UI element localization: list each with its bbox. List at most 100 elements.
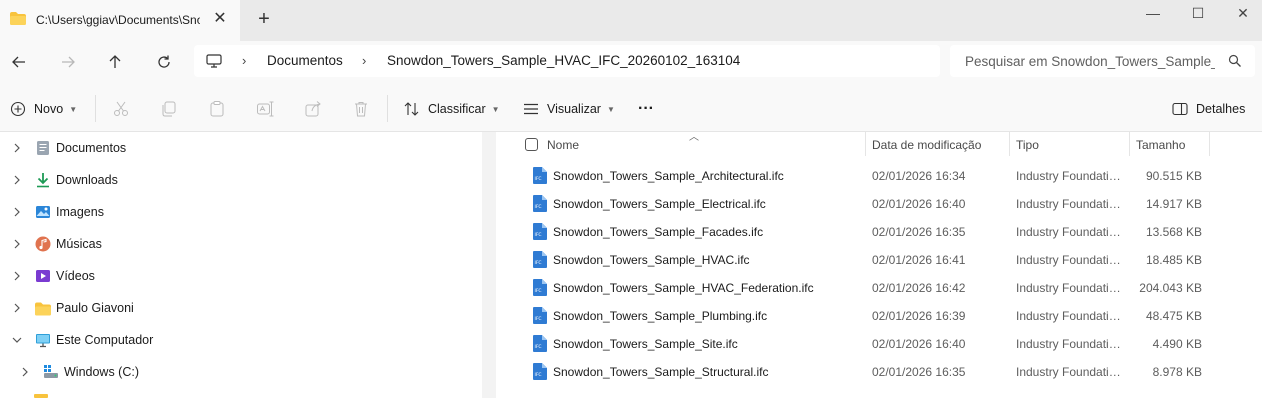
nav-item-este-computador[interactable]: Este Computador [0, 326, 482, 354]
file-name: Snowdon_Towers_Sample_Site.ifc [553, 337, 738, 351]
chevron-right-icon[interactable] [12, 175, 22, 185]
breadcrumb-current-folder[interactable]: Snowdon_Towers_Sample_HVAC_IFC_20260102_… [387, 53, 740, 68]
nav-item-label: Músicas [56, 237, 102, 251]
file-date: 02/01/2026 16:35 [872, 225, 966, 239]
copy-icon[interactable] [160, 100, 178, 118]
file-size: 14.917 KB [1145, 197, 1202, 211]
file-row[interactable]: IFC Snowdon_Towers_Sample_Facades.ifc 02… [526, 218, 1226, 246]
documents-icon [37, 141, 49, 155]
file-row[interactable]: IFC Snowdon_Towers_Sample_Site.ifc 02/01… [526, 330, 1226, 358]
sort-ascending-icon: ︿ [689, 132, 699, 143]
column-header-type[interactable]: Tipo [1016, 132, 1039, 158]
delete-icon[interactable] [352, 100, 370, 118]
toolbar-divider [95, 95, 96, 122]
address-bar[interactable]: › Documentos › Snowdon_Towers_Sample_HVA… [194, 45, 940, 77]
file-name: Snowdon_Towers_Sample_Architectural.ifc [553, 169, 784, 183]
minimize-button[interactable]: — [1138, 4, 1168, 22]
nav-item-downloads[interactable]: Downloads [0, 166, 482, 194]
file-size: 8.978 KB [1152, 365, 1202, 379]
rename-icon[interactable] [256, 100, 274, 118]
up-button[interactable] [104, 51, 126, 73]
file-row[interactable]: IFC Snowdon_Towers_Sample_Structural.ifc… [526, 358, 1226, 386]
ifc-file-icon: IFC [533, 335, 547, 352]
column-divider[interactable] [1209, 132, 1210, 156]
sort-icon [404, 102, 419, 116]
this-pc-icon [36, 334, 50, 348]
command-bar: Novo ▼ Classificar ▼ Visualizar ▼ ··· De… [0, 85, 1262, 132]
chevron-right-icon[interactable] [12, 239, 22, 249]
file-size: 90.515 KB [1145, 169, 1202, 183]
file-type: Industry Foundation Classes [1016, 253, 1121, 267]
nav-item-videos[interactable]: Vídeos [0, 262, 482, 290]
file-name: Snowdon_Towers_Sample_Facades.ifc [553, 225, 764, 239]
breadcrumb-separator[interactable]: › [362, 53, 366, 68]
chevron-right-icon[interactable] [20, 367, 30, 377]
pictures-icon [36, 206, 50, 218]
drive-icon [44, 365, 58, 378]
view-list-icon [524, 103, 538, 115]
file-type: Industry Foundation Classes [1016, 169, 1121, 183]
file-type: Industry Foundation Classes [1016, 337, 1121, 351]
cut-icon[interactable] [112, 100, 130, 118]
close-tab-icon[interactable]: ✕ [212, 11, 228, 27]
ifc-file-icon: IFC [533, 195, 547, 212]
svg-text:IFC: IFC [535, 260, 542, 266]
more-options-button[interactable]: ··· [638, 99, 654, 119]
breadcrumb-separator[interactable]: › [242, 53, 246, 68]
details-pane-label: Detalhes [1196, 102, 1246, 116]
ifc-file-icon: IFC [533, 251, 547, 268]
column-divider[interactable] [1009, 132, 1010, 156]
nav-item-label: Imagens [56, 205, 104, 219]
address-row: › Documentos › Snowdon_Towers_Sample_HVA… [0, 41, 1262, 85]
chevron-right-icon[interactable] [12, 303, 22, 313]
column-divider[interactable] [1129, 132, 1130, 156]
file-row[interactable]: IFC Snowdon_Towers_Sample_Architectural.… [526, 162, 1226, 190]
paste-icon[interactable] [208, 100, 226, 118]
column-header-name[interactable]: Nome [547, 132, 579, 158]
back-button[interactable] [8, 51, 30, 73]
tab-current-folder[interactable]: C:\Users\ggiav\Documents\Snowdon_Towers_… [0, 0, 240, 41]
nav-item-imagens[interactable]: Imagens [0, 198, 482, 226]
new-tab-button[interactable]: + [255, 9, 273, 29]
file-size: 48.475 KB [1145, 309, 1202, 323]
forward-button[interactable] [57, 51, 79, 73]
share-icon[interactable] [304, 100, 322, 118]
nav-item-musicas[interactable]: Músicas [0, 230, 482, 258]
maximize-button[interactable]: ☐ [1183, 4, 1213, 22]
column-header-date[interactable]: Data de modificação [872, 132, 981, 158]
nav-item-label: Documentos [56, 141, 127, 155]
chevron-down-icon: ▼ [606, 104, 615, 114]
nav-item-documentos[interactable]: Documentos [0, 134, 482, 162]
breadcrumb-documentos[interactable]: Documentos [267, 53, 343, 68]
details-pane-button[interactable]: Detalhes [1172, 99, 1245, 119]
details-pane-icon [1172, 102, 1188, 116]
file-date: 02/01/2026 16:34 [872, 169, 966, 183]
sort-button[interactable]: Classificar ▼ [404, 99, 500, 119]
pane-divider[interactable] [482, 132, 496, 398]
file-row[interactable]: IFC Snowdon_Towers_Sample_HVAC_Federatio… [526, 274, 1226, 302]
nav-item-windows-c[interactable]: Windows (C:) [0, 358, 482, 386]
search-box[interactable]: Pesquisar em Snowdon_Towers_Sample_HVAC_… [950, 45, 1255, 77]
search-input[interactable]: Pesquisar em Snowdon_Towers_Sample_HVAC_… [965, 54, 1215, 69]
file-date: 02/01/2026 16:35 [872, 365, 966, 379]
file-row[interactable]: IFC Snowdon_Towers_Sample_Electrical.ifc… [526, 190, 1226, 218]
column-divider[interactable] [865, 132, 866, 156]
select-all-checkbox[interactable] [525, 138, 538, 151]
view-button[interactable]: Visualizar ▼ [523, 99, 615, 119]
svg-text:IFC: IFC [535, 316, 542, 322]
refresh-button[interactable] [153, 51, 175, 73]
column-header-size[interactable]: Tamanho [1136, 132, 1185, 158]
file-row[interactable]: IFC Snowdon_Towers_Sample_HVAC.ifc 02/01… [526, 246, 1226, 274]
nav-item-label: Windows (C:) [64, 365, 140, 379]
close-window-button[interactable]: ✕ [1228, 4, 1258, 22]
chevron-right-icon[interactable] [12, 271, 22, 281]
nav-item-paulo-giavoni[interactable]: Paulo Giavoni [0, 294, 482, 322]
new-button[interactable]: Novo ▼ [10, 99, 77, 119]
chevron-right-icon[interactable] [12, 143, 22, 153]
nav-item-label: Este Computador [56, 333, 154, 347]
svg-text:IFC: IFC [535, 204, 542, 210]
file-size: 4.490 KB [1152, 337, 1202, 351]
file-row[interactable]: IFC Snowdon_Towers_Sample_Plumbing.ifc 0… [526, 302, 1226, 330]
chevron-right-icon[interactable] [12, 207, 22, 217]
chevron-down-icon[interactable] [12, 335, 22, 345]
